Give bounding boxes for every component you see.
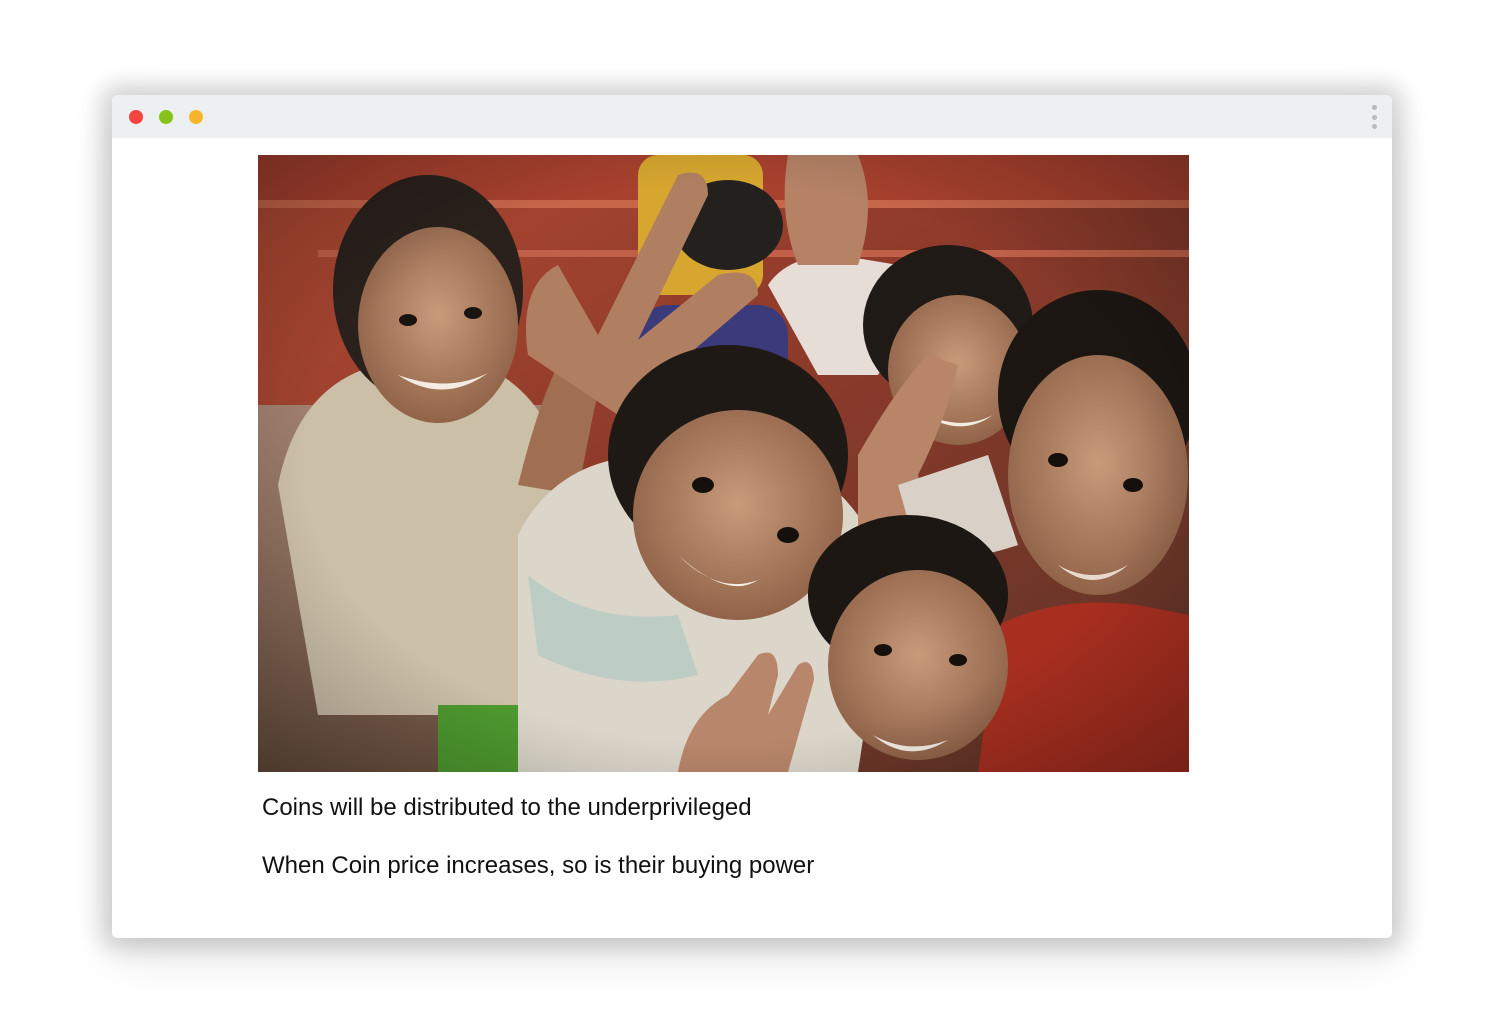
children-photo — [258, 155, 1189, 772]
minimize-window-button[interactable] — [189, 110, 203, 124]
vertical-ellipsis-icon[interactable] — [1370, 105, 1378, 129]
caption-line-1: Coins will be distributed to the underpr… — [262, 794, 752, 821]
window-titlebar — [112, 95, 1392, 138]
zoom-window-button[interactable] — [159, 110, 173, 124]
browser-window: Coins will be distributed to the underpr… — [112, 95, 1392, 938]
close-window-button[interactable] — [129, 110, 143, 124]
caption-line-2: When Coin price increases, so is their b… — [262, 852, 815, 879]
